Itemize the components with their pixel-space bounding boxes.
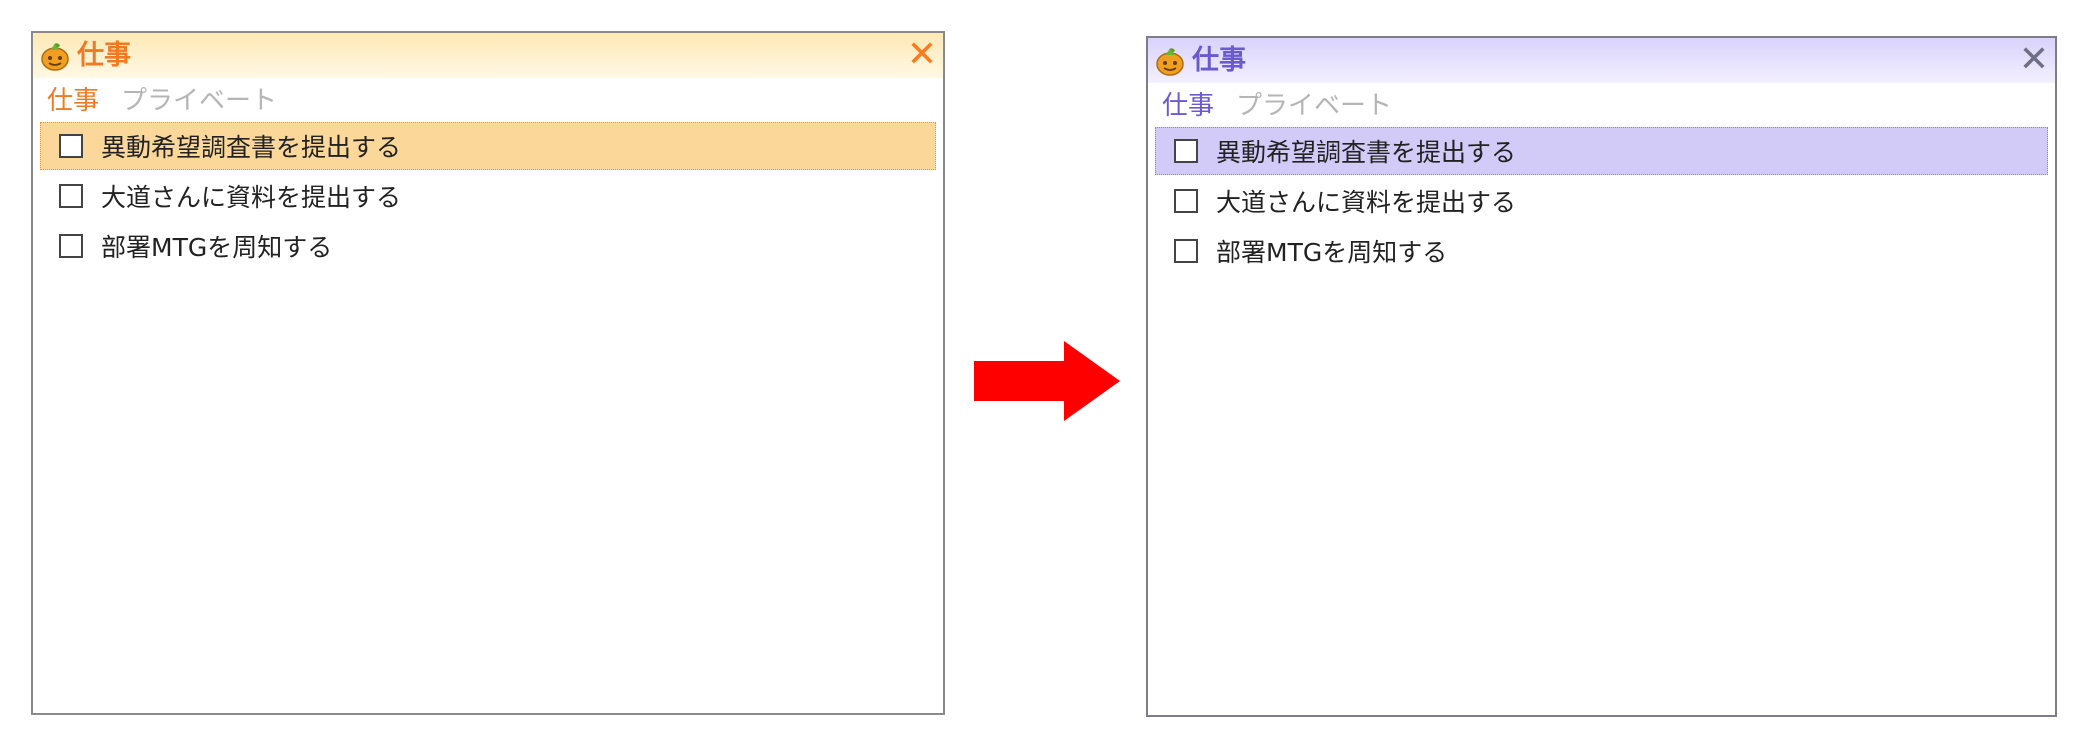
task-label: 部署MTGを周知する xyxy=(1216,238,1448,267)
task-label: 部署MTGを周知する xyxy=(101,233,333,262)
task-checkbox[interactable] xyxy=(59,134,83,158)
task-label: 大道さんに資料を提出する xyxy=(1216,188,1517,217)
right-arrow-icon xyxy=(974,341,1120,425)
pumpkin-app-icon xyxy=(39,40,71,72)
todo-window-purple: 仕事 ✕ 仕事 プライベート 異動希望調査書を提出する 大道さんに資料を提出する… xyxy=(1146,36,2057,717)
list-item[interactable]: 異動希望調査書を提出する xyxy=(1155,127,2048,175)
task-checkbox[interactable] xyxy=(1174,239,1198,263)
task-label: 異動希望調査書を提出する xyxy=(1216,138,1517,167)
task-checkbox[interactable] xyxy=(59,184,83,208)
tab-private[interactable]: プライベート xyxy=(1236,85,1392,122)
list-item[interactable]: 大道さんに資料を提出する xyxy=(1155,177,2048,225)
tab-work[interactable]: 仕事 xyxy=(1162,85,1214,122)
close-icon[interactable]: ✕ xyxy=(907,37,937,73)
tab-bar: 仕事 プライベート xyxy=(1162,84,1414,122)
task-checkbox[interactable] xyxy=(59,234,83,258)
list-item[interactable]: 大道さんに資料を提出する xyxy=(40,172,936,220)
task-label: 異動希望調査書を提出する xyxy=(101,133,402,162)
tab-work[interactable]: 仕事 xyxy=(47,80,99,117)
tab-bar: 仕事 プライベート xyxy=(47,79,299,117)
list-item[interactable]: 部署MTGを周知する xyxy=(1155,227,2048,275)
window-title: 仕事 xyxy=(1192,45,1246,76)
window-title: 仕事 xyxy=(77,40,131,71)
todo-list: 異動希望調査書を提出する 大道さんに資料を提出する 部署MTGを周知する xyxy=(1155,127,2048,277)
close-icon[interactable]: ✕ xyxy=(2019,42,2049,78)
pumpkin-app-icon xyxy=(1154,45,1186,77)
list-item[interactable]: 異動希望調査書を提出する xyxy=(40,122,936,170)
task-label: 大道さんに資料を提出する xyxy=(101,183,402,212)
task-checkbox[interactable] xyxy=(1174,189,1198,213)
todo-window-orange: 仕事 ✕ 仕事 プライベート 異動希望調査書を提出する 大道さんに資料を提出する… xyxy=(31,31,945,715)
tab-private[interactable]: プライベート xyxy=(121,80,277,117)
todo-list: 異動希望調査書を提出する 大道さんに資料を提出する 部署MTGを周知する xyxy=(40,122,936,272)
title-bar[interactable]: 仕事 ✕ xyxy=(33,33,943,78)
title-bar[interactable]: 仕事 ✕ xyxy=(1148,38,2055,83)
list-item[interactable]: 部署MTGを周知する xyxy=(40,222,936,270)
task-checkbox[interactable] xyxy=(1174,139,1198,163)
